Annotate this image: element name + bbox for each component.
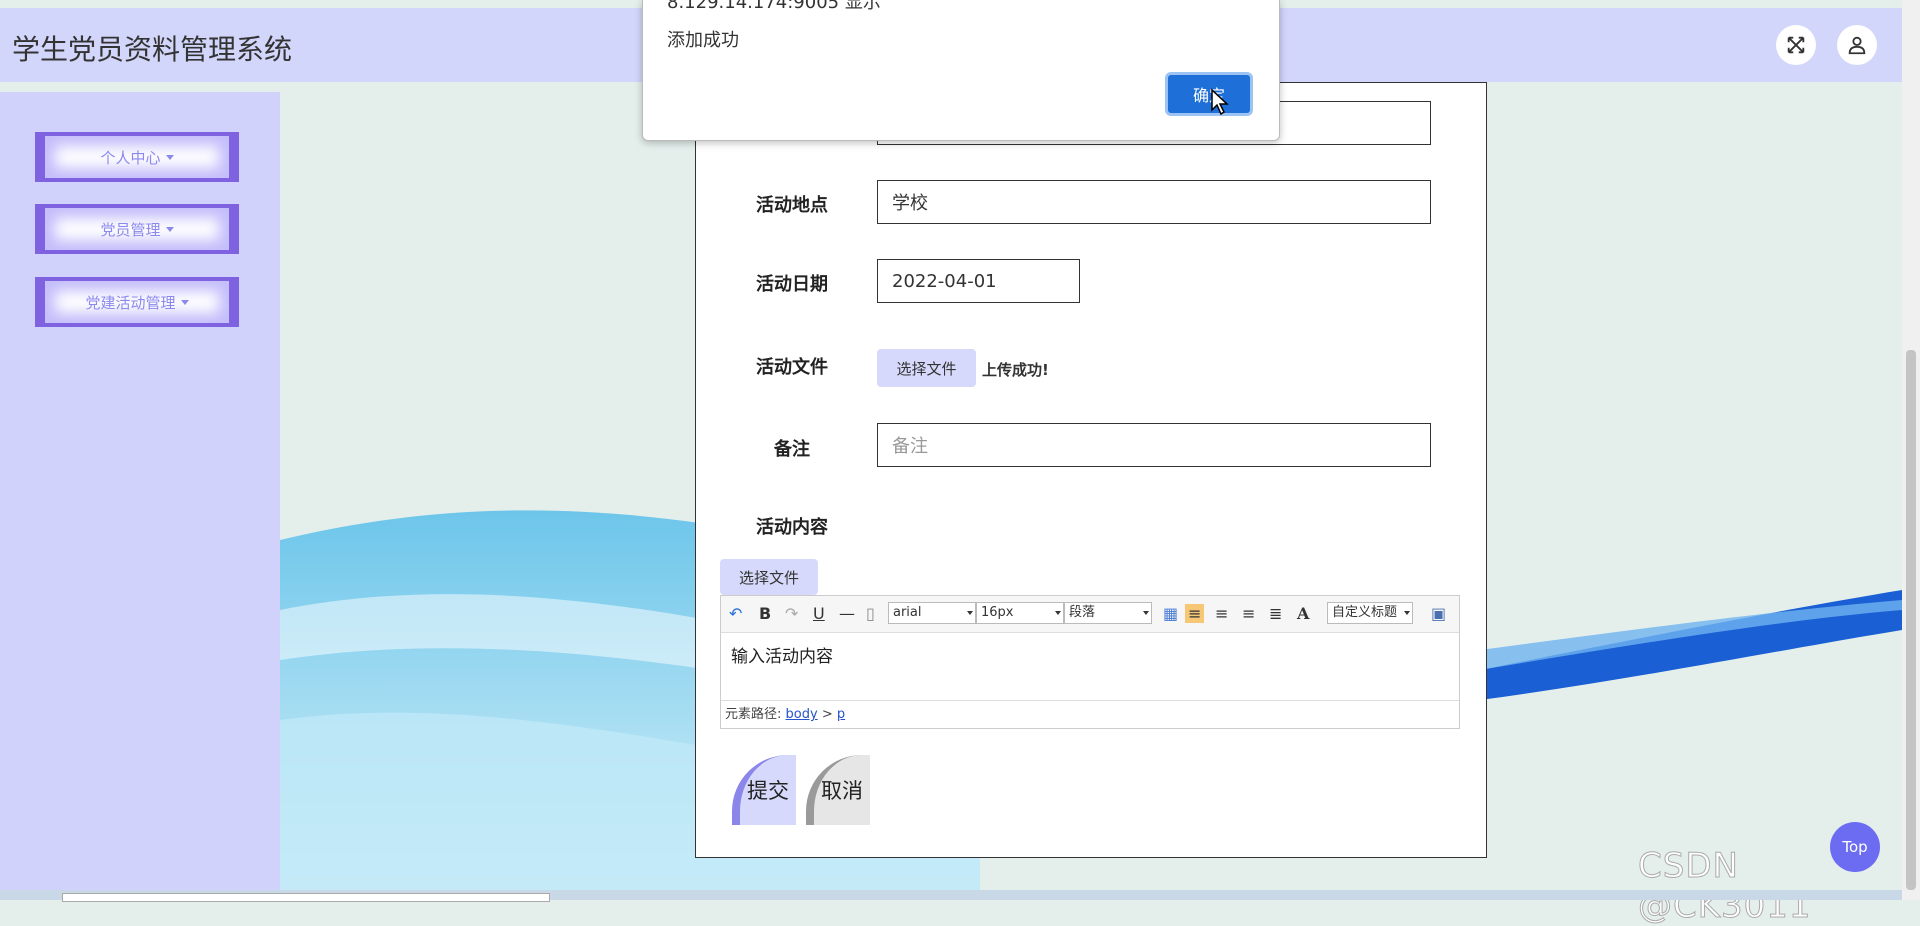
submit-label: 提交	[747, 779, 789, 803]
activity-form-panel: 活动地点 学校 活动日期 2022-04-01 活动文件 选择文件 上传成功! …	[695, 82, 1487, 858]
paragraph-select[interactable]: 段落	[1064, 602, 1152, 624]
element-path: 元素路径: body > p	[721, 700, 1459, 728]
horizontal-rule-icon[interactable]: —	[839, 604, 855, 623]
sidebar-item-label: 党建活动管理	[85, 293, 176, 312]
sidebar-item-personal-center[interactable]: 个人中心	[35, 132, 239, 182]
sidebar-item-activity-management[interactable]: 党建活动管理	[35, 277, 239, 327]
caret-down-icon	[180, 299, 189, 305]
path-label: 元素路径:	[725, 707, 782, 722]
watermark: CSDN @CK3011	[1638, 846, 1812, 926]
fullscreen-button[interactable]	[1776, 25, 1816, 65]
document-icon[interactable]: ▯	[866, 604, 875, 623]
dialog-origin: 8.129.14.174:9005 显示	[667, 0, 881, 13]
editor-toolbar: ↶ B ↷ U — ▯ arial 16px 段落 ▦ ≡ ≡ ≡ ≣ A 自定…	[721, 596, 1459, 633]
choose-file-button[interactable]: 选择文件	[877, 349, 976, 387]
remark-label: 备注	[774, 439, 810, 460]
table-icon[interactable]: ▦	[1163, 604, 1178, 623]
location-input[interactable]: 学校	[877, 180, 1431, 224]
cancel-label: 取消	[821, 779, 863, 803]
caret-down-icon	[165, 154, 174, 160]
remark-input[interactable]: 备注	[877, 423, 1431, 467]
font-family-select[interactable]: arial	[888, 602, 976, 624]
bold-icon[interactable]: B	[759, 604, 771, 623]
upload-status: 上传成功!	[982, 361, 1049, 379]
mouse-cursor-icon	[1211, 88, 1229, 116]
cancel-button[interactable]: 取消	[806, 755, 870, 825]
caret-down-icon	[165, 226, 174, 232]
content-label: 活动内容	[756, 517, 828, 538]
align-justify-icon[interactable]: ≣	[1269, 604, 1282, 623]
app-title: 学生党员资料管理系统	[12, 33, 293, 66]
rich-text-editor: ↶ B ↷ U — ▯ arial 16px 段落 ▦ ≡ ≡ ≡ ≣ A 自定…	[720, 595, 1460, 729]
path-p-link[interactable]: p	[837, 707, 845, 722]
user-button[interactable]	[1837, 25, 1877, 65]
dialog-ok-button[interactable]: 确定	[1165, 72, 1253, 116]
editor-content[interactable]: 输入活动内容	[731, 642, 833, 667]
sidebar: 个人中心 党员管理 党建活动管理	[0, 92, 280, 900]
alert-dialog: 8.129.14.174:9005 显示 添加成功 确定	[642, 0, 1280, 141]
location-label: 活动地点	[756, 195, 828, 216]
preview-icon[interactable]: ▣	[1431, 604, 1446, 623]
dialog-message: 添加成功	[667, 30, 739, 51]
file-label: 活动文件	[756, 357, 828, 378]
underline-icon[interactable]: U	[813, 604, 825, 623]
fullscreen-icon	[1787, 36, 1805, 54]
date-input[interactable]: 2022-04-01	[877, 259, 1080, 303]
submit-button[interactable]: 提交	[732, 755, 796, 825]
redo-icon[interactable]: ↷	[785, 604, 798, 623]
font-color-icon[interactable]: A	[1297, 604, 1309, 623]
font-size-select[interactable]: 16px	[976, 602, 1064, 624]
scrollbar-thumb[interactable]	[1906, 350, 1916, 890]
path-body-link[interactable]: body	[786, 707, 818, 722]
path-separator: >	[821, 707, 833, 722]
date-label: 活动日期	[756, 274, 828, 295]
content-choose-file-button[interactable]: 选择文件	[720, 559, 818, 595]
align-center-icon[interactable]: ≡	[1215, 604, 1228, 623]
user-icon	[1848, 36, 1866, 55]
bottom-input[interactable]	[62, 893, 550, 902]
sidebar-item-label: 个人中心	[100, 148, 161, 167]
custom-title-select[interactable]: 自定义标题	[1327, 602, 1413, 624]
align-left-icon[interactable]: ≡	[1185, 604, 1205, 623]
align-right-icon[interactable]: ≡	[1242, 604, 1255, 623]
undo-icon[interactable]: ↶	[729, 604, 742, 623]
sidebar-item-member-management[interactable]: 党员管理	[35, 204, 239, 254]
sidebar-item-label: 党员管理	[100, 220, 161, 239]
